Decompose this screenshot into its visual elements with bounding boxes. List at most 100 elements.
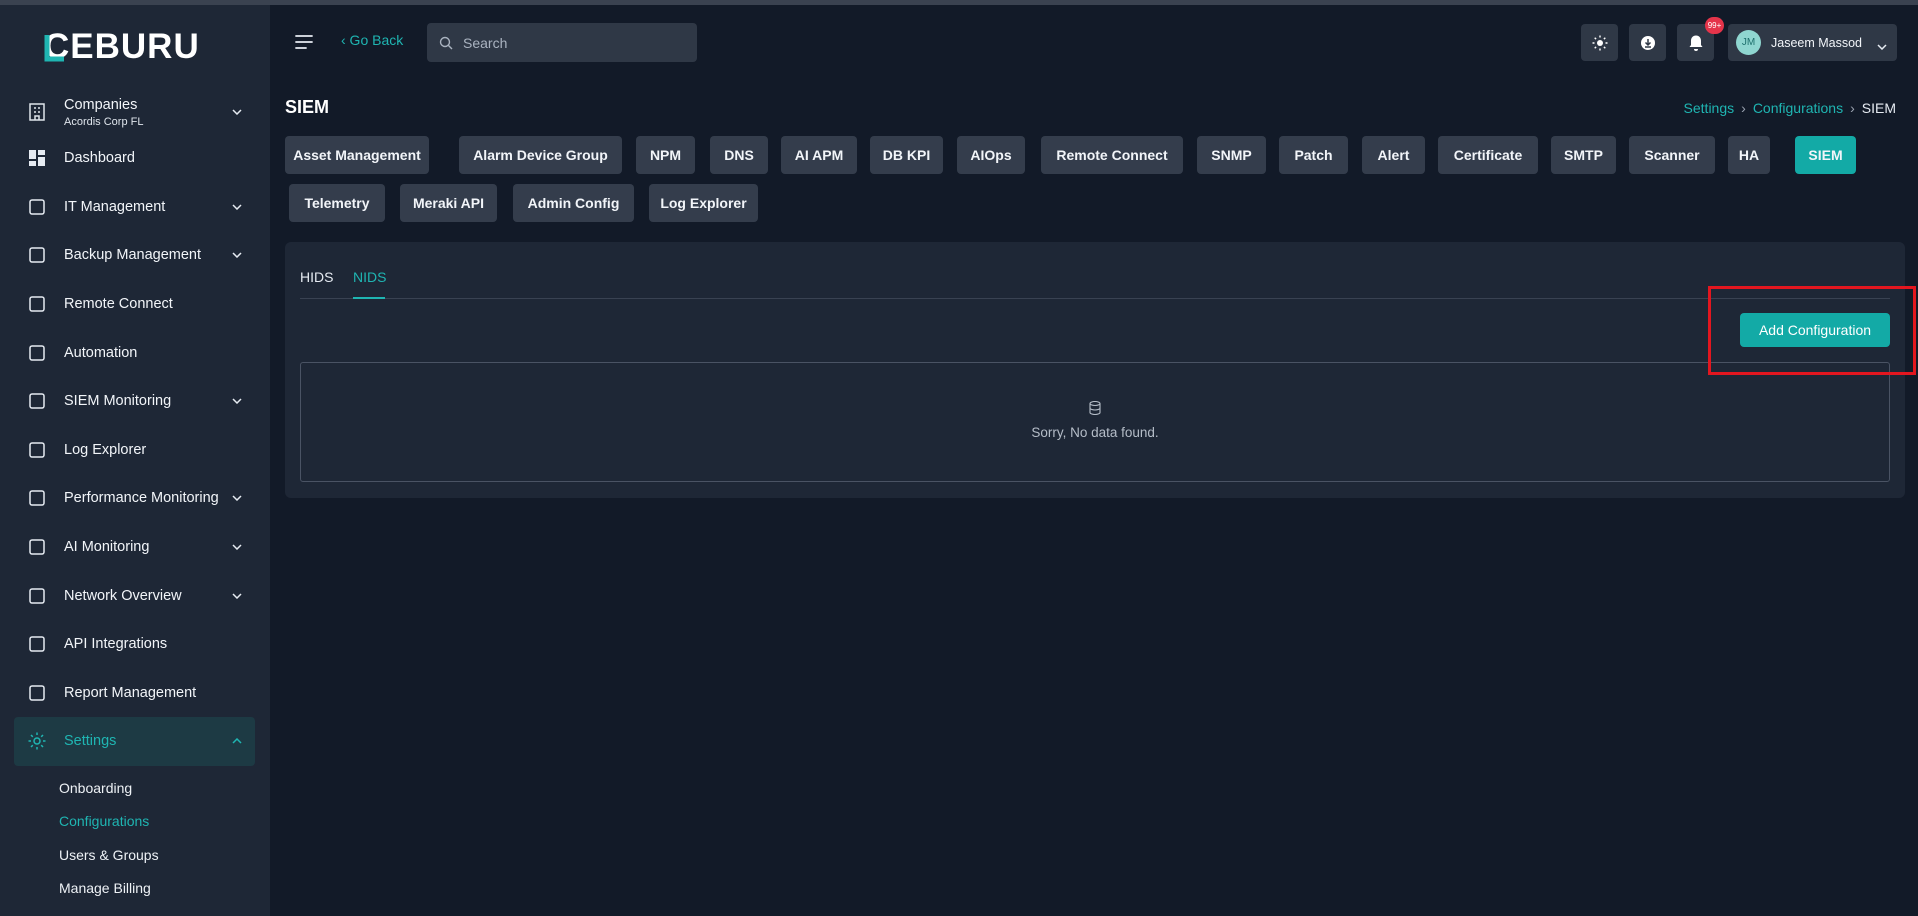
go-back-link[interactable]: ‹ Go Back	[341, 32, 403, 48]
user-name: Jaseem Massod	[1771, 35, 1863, 50]
window-top-border	[0, 0, 1918, 5]
sidebar-item-api-integrations[interactable]: API Integrations	[14, 620, 255, 669]
tab-asset-management[interactable]: Asset Management	[285, 136, 429, 174]
tab-admin-config[interactable]: Admin Config	[513, 184, 634, 222]
chevron-right-icon: ›	[1741, 100, 1746, 116]
page-title: SIEM	[285, 97, 330, 117]
sidebar-item-it-management[interactable]: IT Management	[14, 183, 255, 232]
tab-alert[interactable]: Alert	[1362, 136, 1425, 174]
chevron-down-icon	[231, 395, 243, 407]
settings-subitem-manage-billing[interactable]: Manage Billing	[59, 872, 177, 906]
tab-dns[interactable]: DNS	[710, 136, 768, 174]
tab-db-kpi[interactable]: DB KPI	[870, 136, 943, 174]
active-tab-indicator	[353, 297, 385, 299]
chevron-down-icon	[231, 492, 243, 504]
sidebar-nav: Companies Acordis Corp FL Dashboard IT Ma…	[14, 90, 255, 766]
tab-smtp[interactable]: SMTP	[1551, 136, 1616, 174]
sidebar-item-label: Log Explorer	[64, 441, 147, 458]
sidebar-item-label: API Integrations	[64, 636, 168, 653]
settings-subitem-users-groups[interactable]: Users & Groups	[59, 838, 177, 872]
it-management-icon	[26, 196, 48, 218]
tab-siem[interactable]: SIEM	[1795, 136, 1856, 174]
avatar: JM	[1736, 30, 1761, 55]
settings-subitem-configurations[interactable]: Configurations	[59, 805, 177, 839]
settings-subitem-onboarding[interactable]: Onboarding	[59, 771, 177, 805]
tab-ha[interactable]: HA	[1728, 136, 1770, 174]
tab-certificate[interactable]: Certificate	[1438, 136, 1538, 174]
svg-text:CEBURU: CEBURU	[44, 29, 200, 63]
sidebar-item-backup-management[interactable]: Backup Management	[14, 231, 255, 280]
settings-submenu: Onboarding Configurations Users & Groups Ma…	[59, 771, 177, 916]
chevron-down-icon	[1877, 37, 1887, 55]
theme-toggle-button[interactable]	[1581, 24, 1618, 61]
siem-monitoring-icon	[26, 390, 48, 412]
companies-label: Companies	[64, 96, 138, 113]
sidebar-item-remote-connect[interactable]: Remote Connect	[14, 280, 255, 329]
sidebar-item-settings[interactable]: Settings	[14, 717, 255, 766]
chevron-down-icon	[231, 590, 243, 602]
tab-scanner[interactable]: Scanner	[1629, 136, 1715, 174]
tab-npm[interactable]: NPM	[636, 136, 695, 174]
sidebar-item-label: Automation	[64, 344, 138, 361]
download-icon	[1640, 35, 1655, 50]
download-button[interactable]	[1629, 24, 1666, 61]
notification-badge: 99+	[1705, 17, 1724, 34]
sidebar-item-network-overview[interactable]: Network Overview	[14, 571, 255, 620]
sidebar-item-automation[interactable]: Automation	[14, 328, 255, 377]
chevron-down-icon	[231, 541, 243, 553]
network-overview-icon	[26, 585, 48, 607]
sidebar-item-dashboard[interactable]: Dashboard	[14, 134, 255, 183]
sidebar-item-label: Dashboard	[64, 150, 135, 167]
database-icon	[1089, 401, 1101, 415]
sidebar-item-label: IT Management	[64, 198, 166, 215]
sidebar-item-performance-monitoring[interactable]: Performance Monitoring	[14, 474, 255, 523]
search-input[interactable]	[463, 34, 683, 51]
sidebar-items: Dashboard IT Management Backup Management R…	[14, 134, 255, 766]
tab-hids[interactable]: HIDS	[300, 269, 333, 285]
search-box[interactable]	[427, 23, 697, 62]
tab-nids[interactable]: NIDS	[353, 269, 386, 285]
automation-icon	[26, 342, 48, 364]
tab-patch[interactable]: Patch	[1279, 136, 1348, 174]
tab-remote-connect[interactable]: Remote Connect	[1041, 136, 1183, 174]
sidebar-item-label: Remote Connect	[64, 296, 173, 313]
siem-config-card: HIDS NIDS Add Configuration Sorry, No da…	[285, 242, 1905, 498]
tabs-divider	[300, 298, 1890, 299]
empty-state-text: Sorry, No data found.	[1031, 425, 1159, 440]
sidebar-item-label: Backup Management	[64, 247, 202, 264]
dashboard-icon	[26, 147, 48, 169]
tab-log-explorer[interactable]: Log Explorer	[649, 184, 758, 222]
breadcrumb-settings[interactable]: Settings	[1684, 100, 1735, 116]
chevron-down-icon	[231, 106, 243, 118]
log-explorer-icon	[26, 439, 48, 461]
bell-icon	[1689, 35, 1702, 51]
breadcrumb-configurations[interactable]: Configurations	[1753, 100, 1843, 116]
tab-alarm-device-group[interactable]: Alarm Device Group	[459, 136, 622, 174]
sidebar-item-report-management[interactable]: Report Management	[14, 669, 255, 718]
sun-icon	[1592, 35, 1607, 50]
menu-toggle-icon[interactable]	[295, 35, 313, 54]
tab-ai-apm[interactable]: AI APM	[781, 136, 857, 174]
user-menu[interactable]: JM Jaseem Massod	[1728, 24, 1897, 61]
settings-subitem-2fa-configurations[interactable]: 2FA Configurations	[59, 905, 177, 916]
sidebar-item-companies[interactable]: Companies Acordis Corp FL	[14, 90, 255, 134]
sidebar-item-label: Network Overview	[64, 587, 182, 604]
chevron-down-icon	[231, 249, 243, 261]
building-icon	[26, 101, 48, 123]
tab-meraki-api[interactable]: Meraki API	[400, 184, 497, 222]
performance-monitoring-icon	[26, 487, 48, 509]
sidebar-item-log-explorer[interactable]: Log Explorer	[14, 426, 255, 475]
sidebar-item-ai-monitoring[interactable]: AI Monitoring	[14, 523, 255, 572]
empty-state: Sorry, No data found.	[300, 362, 1890, 482]
sidebar-item-siem-monitoring[interactable]: SIEM Monitoring	[14, 377, 255, 426]
tab-telemetry[interactable]: Telemetry	[289, 184, 385, 222]
tab-aiops[interactable]: AIOps	[957, 136, 1025, 174]
sidebar-item-label: Performance Monitoring	[64, 490, 219, 507]
sidebar-item-label: Settings	[64, 733, 117, 750]
company-name: Acordis Corp FL	[64, 115, 144, 128]
breadcrumb: Settings › Configurations › SIEM	[1684, 100, 1896, 116]
breadcrumb-current: SIEM	[1861, 100, 1896, 116]
tab-snmp[interactable]: SNMP	[1197, 136, 1266, 174]
ai-monitoring-icon	[26, 536, 48, 558]
chevron-right-icon: ›	[1850, 100, 1855, 116]
